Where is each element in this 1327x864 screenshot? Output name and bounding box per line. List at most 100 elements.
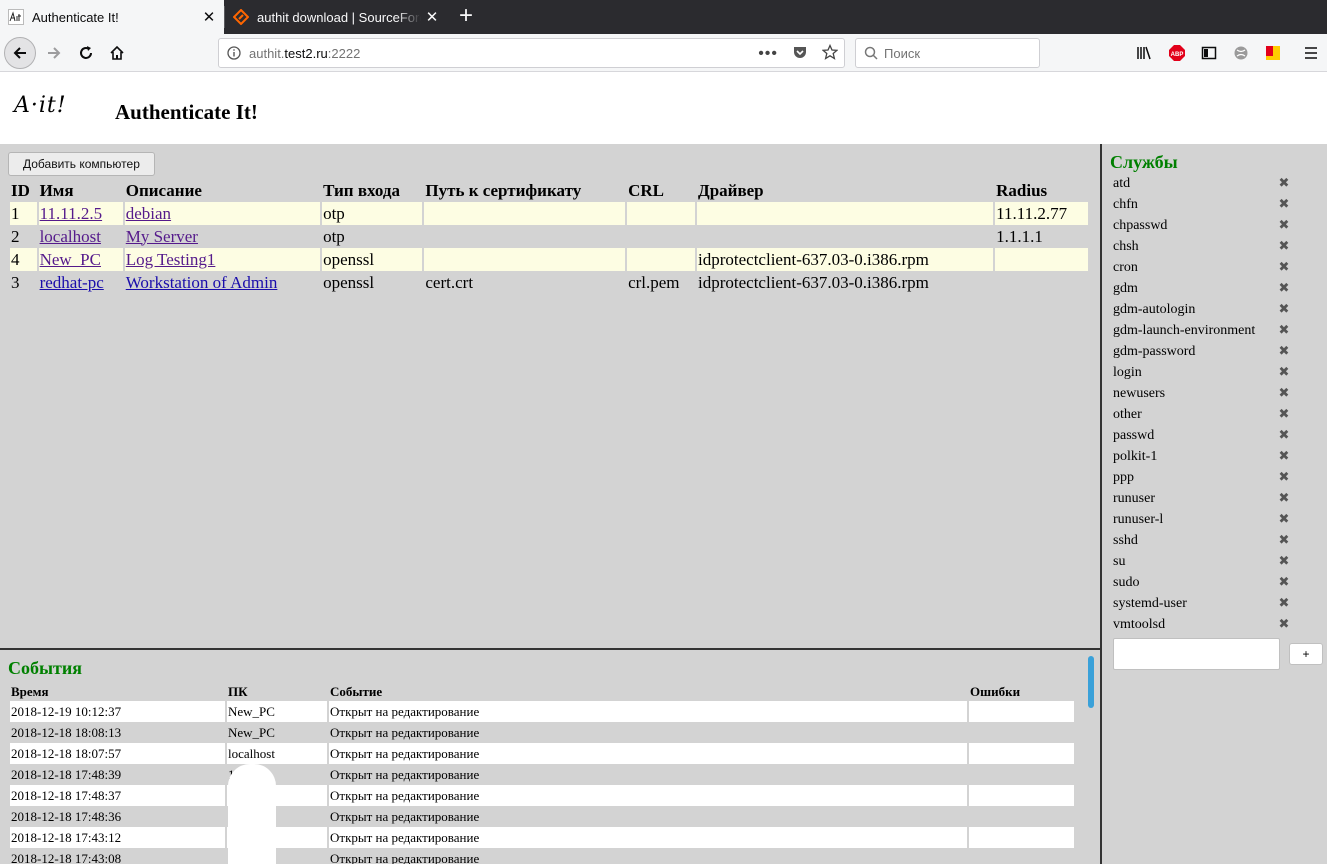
table-row: 4 New_PC Log Testing1 openssl idprotectc…: [10, 248, 1088, 271]
new-service-input[interactable]: [1113, 638, 1280, 670]
cell-event: Открыт на редактирование: [330, 850, 480, 864]
delete-service-icon[interactable]: ✖: [1277, 215, 1291, 236]
url-text[interactable]: authit.test2.ru:2222: [249, 46, 360, 61]
delete-service-icon[interactable]: ✖: [1277, 551, 1291, 572]
events-scrollbar[interactable]: [1087, 656, 1095, 864]
list-item: sshd ✖: [1113, 530, 1297, 551]
pocket-icon[interactable]: [792, 44, 808, 63]
delete-service-icon[interactable]: ✖: [1277, 257, 1291, 278]
cell-crl: crl.pem: [628, 272, 680, 292]
delete-service-icon[interactable]: ✖: [1277, 593, 1291, 614]
delete-service-icon[interactable]: ✖: [1277, 299, 1291, 320]
column-header-time: Время: [11, 683, 49, 699]
column-header-description: Описание: [125, 181, 202, 200]
delete-service-icon[interactable]: ✖: [1277, 173, 1291, 194]
column-header-name: Имя: [39, 181, 74, 200]
delete-service-icon[interactable]: ✖: [1277, 425, 1291, 446]
library-icon[interactable]: [1129, 37, 1161, 69]
close-tab-icon[interactable]: ✕: [198, 8, 220, 26]
computer-description-link[interactable]: Log Testing1: [126, 250, 216, 269]
services-panel: Службы atd ✖ chfn ✖ chpasswd ✖ chsh ✖ cron ✖ …: [1100, 144, 1327, 864]
cell-radius: [995, 248, 1088, 271]
delete-service-icon[interactable]: ✖: [1277, 488, 1291, 509]
site-info-icon[interactable]: [219, 46, 249, 60]
delete-service-icon[interactable]: ✖: [1277, 236, 1291, 257]
computer-description-link[interactable]: My Server: [126, 227, 198, 246]
add-service-button[interactable]: +: [1289, 643, 1323, 665]
delete-service-icon[interactable]: ✖: [1277, 362, 1291, 383]
table-row: 2 localhost My Server otp 1.1.1.1: [10, 225, 1088, 248]
adblock-plus-icon[interactable]: ABP: [1161, 37, 1193, 69]
search-input[interactable]: [884, 45, 1024, 61]
computers-table: ID Имя Описание Тип входа Путь к сертифи…: [8, 180, 1090, 294]
cell-errors: [969, 848, 1074, 864]
delete-service-icon[interactable]: ✖: [1277, 509, 1291, 530]
tab-sourceforge[interactable]: authit download | SourceForge ✕: [225, 0, 447, 34]
table-row: 2018-12-18 18:08:13 New_PC Открыт на ред…: [10, 722, 1074, 743]
computers-panel: Добавить компьютер ID Имя Описание Тип в…: [0, 144, 1100, 648]
cell-crl: [627, 225, 695, 248]
cell-event: Открыт на редактирование: [329, 701, 967, 722]
forward-button[interactable]: [38, 37, 70, 69]
column-header-crl: CRL: [628, 181, 664, 200]
service-name: polkit-1: [1113, 449, 1158, 464]
delete-service-icon[interactable]: ✖: [1277, 341, 1291, 362]
computer-description-link[interactable]: debian: [126, 204, 171, 223]
computer-name-link[interactable]: 11.11.2.5: [40, 204, 103, 223]
computer-description-link[interactable]: Workstation of Admin: [126, 273, 278, 292]
table-header-row: Время ПК Событие Ошибки: [10, 682, 1074, 701]
delete-service-icon[interactable]: ✖: [1277, 572, 1291, 593]
new-tab-plus-icon[interactable]: +: [452, 3, 480, 31]
delete-service-icon[interactable]: ✖: [1277, 278, 1291, 299]
sidebar-icon[interactable]: [1193, 37, 1225, 69]
computer-name-link[interactable]: redhat-pc: [40, 273, 104, 292]
sourceforge-favicon-icon: [233, 9, 249, 25]
service-name: gdm-autologin: [1113, 302, 1196, 317]
cell-pc: localhost: [227, 743, 327, 764]
cell-event: Открыт на редактирование: [330, 808, 480, 824]
tab-authenticate-it[interactable]: Authenticate It! ✕: [0, 0, 224, 34]
service-name: ppp: [1113, 470, 1134, 485]
extension-globe-icon[interactable]: [1225, 37, 1257, 69]
delete-service-icon[interactable]: ✖: [1277, 467, 1291, 488]
delete-service-icon[interactable]: ✖: [1277, 194, 1291, 215]
cell-radius: 1.1.1.1: [996, 226, 1043, 246]
authit-favicon-icon: [8, 9, 24, 25]
column-header-driver: Драйвер: [698, 181, 764, 200]
reload-button[interactable]: [70, 37, 102, 69]
cell-login-type: otp: [322, 202, 423, 225]
list-item: cron ✖: [1113, 257, 1297, 278]
delete-service-icon[interactable]: ✖: [1277, 446, 1291, 467]
computer-name-link[interactable]: New_PC: [40, 250, 101, 269]
service-name: runuser-l: [1113, 512, 1164, 527]
list-item: newusers ✖: [1113, 383, 1297, 404]
back-button[interactable]: [4, 37, 36, 69]
search-bar[interactable]: [855, 38, 1040, 68]
delete-service-icon[interactable]: ✖: [1277, 320, 1291, 341]
scrollbar-thumb[interactable]: [1088, 656, 1094, 708]
delete-service-icon[interactable]: ✖: [1277, 530, 1291, 551]
cell-cert-path: cert.crt: [425, 272, 474, 292]
home-icon: [110, 45, 124, 60]
computer-name-link[interactable]: localhost: [40, 227, 101, 246]
bookmark-star-icon[interactable]: [821, 43, 839, 63]
delete-service-icon[interactable]: ✖: [1277, 614, 1291, 635]
column-header-login-type: Тип входа: [323, 181, 400, 200]
table-row: 2018-12-18 17:43:08 10 83 Открыт на реда…: [10, 848, 1074, 864]
menu-hamburger-icon[interactable]: [1295, 37, 1327, 69]
list-item: vmtoolsd ✖: [1113, 614, 1297, 635]
add-computer-button[interactable]: Добавить компьютер: [8, 152, 155, 176]
service-name: chfn: [1113, 197, 1138, 212]
service-name: cron: [1113, 260, 1138, 275]
page-actions-icon[interactable]: •••: [758, 45, 778, 61]
delete-service-icon[interactable]: ✖: [1277, 404, 1291, 425]
address-bar[interactable]: authit.test2.ru:2222 •••: [218, 38, 845, 68]
close-tab-icon[interactable]: ✕: [421, 8, 443, 26]
home-button[interactable]: [101, 37, 133, 69]
service-name: sshd: [1113, 533, 1138, 548]
bookmark-flag-icon[interactable]: [1257, 37, 1289, 69]
cell-pc: New_PC: [227, 701, 327, 722]
delete-service-icon[interactable]: ✖: [1277, 383, 1291, 404]
service-name: chsh: [1113, 239, 1139, 254]
column-header-errors: Ошибки: [970, 683, 1021, 699]
